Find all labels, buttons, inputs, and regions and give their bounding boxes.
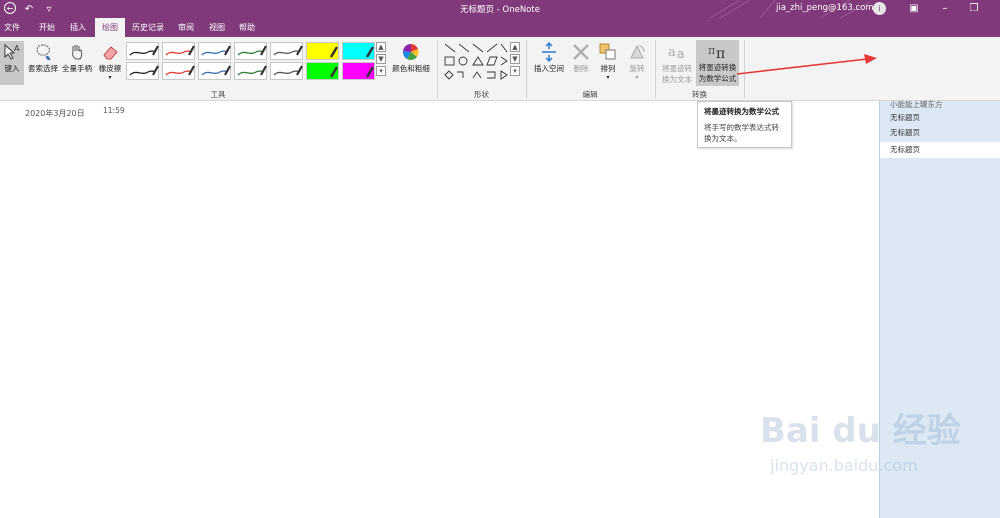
eraser-dropdown-icon[interactable]: ▾ bbox=[108, 74, 111, 81]
page-list-item-selected[interactable]: 无标题页 bbox=[880, 142, 1000, 158]
arrange-icon bbox=[597, 41, 619, 63]
ink-to-text-label-line1: 将墨迹转 bbox=[662, 64, 692, 73]
ink-pen[interactable] bbox=[198, 42, 231, 60]
ink-to-math-label-line2: 为数学公式 bbox=[698, 74, 737, 83]
svg-text:π: π bbox=[716, 46, 725, 61]
arrange-label: 排列 bbox=[600, 64, 616, 73]
lasso-icon bbox=[32, 41, 54, 63]
highlighter-pen[interactable] bbox=[342, 62, 375, 80]
svg-text:A: A bbox=[14, 44, 20, 53]
tab-insert[interactable]: 插入 bbox=[63, 18, 93, 37]
delete-x-icon bbox=[570, 41, 592, 63]
color-thickness-label: 颜色和粗细 bbox=[392, 64, 430, 73]
ink-pen[interactable] bbox=[198, 62, 231, 80]
page-time: 11:59 bbox=[103, 106, 125, 115]
type-label: 键入 bbox=[4, 64, 20, 73]
highlighter-pen[interactable] bbox=[306, 42, 339, 60]
shapes-group-label: 形状 bbox=[474, 90, 489, 99]
tooltip-body-line2: 换为文本。 bbox=[704, 134, 742, 143]
rotate-button[interactable]: 旋转 ▾ bbox=[625, 41, 649, 81]
pan-hand-button[interactable]: 全量手柄 bbox=[61, 41, 93, 74]
ink-pen[interactable] bbox=[234, 42, 267, 60]
eraser-icon bbox=[99, 41, 121, 63]
hand-icon bbox=[66, 41, 88, 63]
ink-to-math-label-line1: 将墨迹转换 bbox=[698, 63, 737, 72]
restore-icon[interactable]: ❐ bbox=[966, 1, 982, 17]
tab-review[interactable]: 审阅 bbox=[172, 18, 200, 37]
gallery-down-icon[interactable]: ▼ bbox=[376, 54, 386, 64]
highlighter-pen[interactable] bbox=[342, 42, 375, 60]
page-list-item[interactable]: 无标题页 bbox=[880, 110, 1000, 126]
pi-icon: ππ bbox=[707, 40, 729, 62]
highlighter-pen[interactable] bbox=[306, 62, 339, 80]
ink-pen[interactable] bbox=[126, 62, 159, 80]
svg-text:a: a bbox=[668, 45, 676, 60]
shapes-up-icon[interactable]: ▲ bbox=[510, 42, 520, 52]
minimize-icon[interactable]: – bbox=[937, 1, 953, 17]
type-cursor-icon: A bbox=[1, 41, 23, 63]
tab-history[interactable]: 历史记录 bbox=[128, 18, 168, 37]
ink-pen[interactable] bbox=[234, 62, 267, 80]
ink-to-text-label-line2: 换为文本 bbox=[662, 75, 692, 84]
onenote-window: ← ↶ ▿ 无标题页 - OneNote jia_zhi_peng@163.co… bbox=[0, 0, 1000, 518]
tooltip-body-line1: 将手写的数学表达式转 bbox=[704, 123, 779, 132]
tab-file[interactable]: 文件 bbox=[0, 18, 24, 37]
shapes-gallery[interactable] bbox=[443, 42, 509, 82]
svg-text:π: π bbox=[708, 44, 715, 57]
rotate-icon bbox=[626, 41, 648, 63]
ink-pen[interactable] bbox=[270, 62, 303, 80]
arrange-dropdown-icon[interactable]: ▾ bbox=[606, 74, 609, 81]
watermark-brand: Bai du 经验 bbox=[760, 411, 961, 451]
tab-help[interactable]: 帮助 bbox=[233, 18, 261, 37]
tab-home[interactable]: 开始 bbox=[32, 18, 62, 37]
ink-pen[interactable] bbox=[270, 42, 303, 60]
ink-to-text-button[interactable]: aa 将墨迹转 换为文本 bbox=[659, 41, 695, 85]
ink-pen[interactable] bbox=[126, 42, 159, 60]
rotate-label: 旋转 bbox=[629, 64, 645, 73]
gallery-up-icon[interactable]: ▲ bbox=[376, 42, 386, 52]
ribbon-display-options-icon[interactable]: ▣ bbox=[906, 1, 922, 17]
lasso-label: 套索选择 bbox=[28, 64, 58, 73]
tools-group-label: 工具 bbox=[210, 90, 226, 99]
page-list-item[interactable]: 无标题页 bbox=[880, 125, 1000, 141]
ink-pen[interactable] bbox=[162, 62, 195, 80]
arrange-button[interactable]: 排列 ▾ bbox=[596, 41, 620, 81]
insert-space-icon bbox=[538, 41, 560, 63]
shapes-down-icon[interactable]: ▼ bbox=[510, 54, 520, 64]
edit-group-label: 编辑 bbox=[582, 90, 598, 99]
pan-label: 全量手柄 bbox=[62, 64, 92, 73]
svg-text:a: a bbox=[677, 47, 684, 61]
watermark-url: jingyan.baidu.com bbox=[770, 456, 918, 475]
delete-label: 删除 bbox=[573, 64, 589, 73]
ink-to-text-icon: aa bbox=[666, 41, 688, 63]
tooltip-title: 将墨迹转换为数学公式 bbox=[704, 107, 779, 116]
insert-space-label: 插入空间 bbox=[534, 64, 564, 73]
lasso-select-button[interactable]: 套索选择 bbox=[27, 41, 59, 74]
ink-pen[interactable] bbox=[162, 42, 195, 60]
gallery-more-icon[interactable]: ▾ bbox=[376, 66, 386, 76]
type-button[interactable]: A 键入 bbox=[0, 41, 24, 85]
annotation-arrow bbox=[736, 54, 877, 75]
avatar[interactable]: i bbox=[873, 2, 886, 15]
title-bar: ← ↶ ▿ 无标题页 - OneNote jia_zhi_peng@163.co… bbox=[0, 0, 1000, 18]
color-wheel-icon bbox=[400, 41, 422, 63]
eraser-button[interactable]: 橡皮擦 ▾ bbox=[95, 41, 125, 81]
tab-view[interactable]: 视图 bbox=[203, 18, 231, 37]
color-thickness-button[interactable]: 颜色和粗细 bbox=[389, 41, 433, 74]
tooltip: 将墨迹转换为数学公式 将手写的数学表达式转 换为文本。 bbox=[697, 101, 792, 148]
page-date: 2020年3月20日 bbox=[25, 109, 85, 118]
account-name[interactable]: jia_zhi_peng@163.com bbox=[776, 3, 874, 13]
eraser-label: 橡皮擦 bbox=[98, 64, 122, 73]
delete-button[interactable]: 删除 bbox=[569, 41, 593, 74]
tab-draw[interactable]: 绘图 bbox=[95, 18, 125, 37]
convert-group-label: 转换 bbox=[692, 90, 707, 99]
shapes-more-icon[interactable]: ▾ bbox=[510, 66, 520, 76]
ink-to-math-button[interactable]: ππ 将墨迹转换 为数学公式 bbox=[696, 40, 739, 86]
rotate-dropdown-icon[interactable]: ▾ bbox=[635, 74, 638, 81]
insert-space-button[interactable]: 插入空间 bbox=[531, 41, 567, 74]
ribbon-tabs: 文件 开始 插入 绘图 历史记录 审阅 视图 帮助 bbox=[0, 18, 1000, 37]
baidu-watermark: Bai du 经验 jingyan.baidu.com bbox=[760, 403, 961, 503]
